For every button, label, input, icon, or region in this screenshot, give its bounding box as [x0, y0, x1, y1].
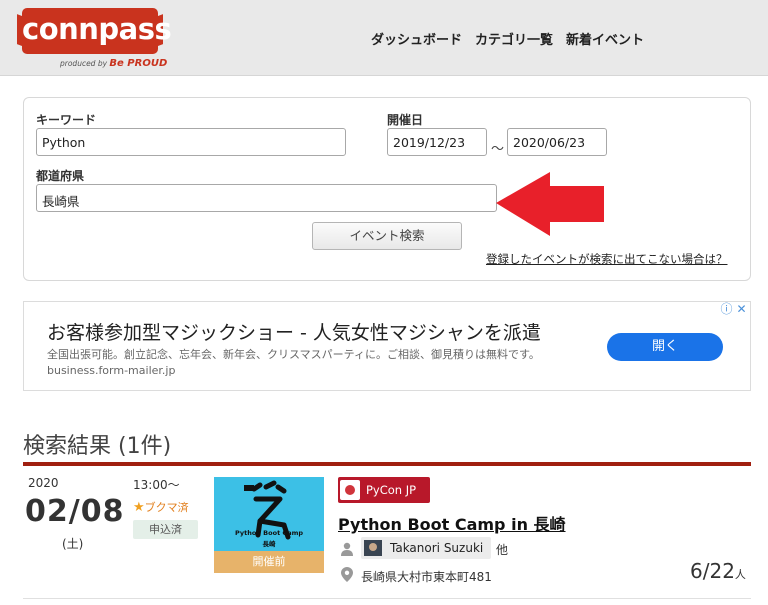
results-divider: [23, 462, 751, 466]
keyword-input[interactable]: Python: [36, 128, 346, 156]
ad-description: 全国出張可能。創立記念、忘年会、新年会、クリスマスパーティに。ご相談、御見積りは…: [47, 348, 540, 377]
advertisement[interactable]: ⓘ ✕ お客様参加型マジックショー - 人気女性マジシャンを派遣 全国出張可能。創…: [23, 301, 751, 391]
event-date: 02/08: [25, 494, 125, 529]
site-header: connpass produced by Be PROUD ダッシュボード カテ…: [0, 0, 768, 76]
info-icon[interactable]: ⓘ: [720, 303, 733, 316]
connpass-logo[interactable]: connpass produced by Be PROUD: [22, 8, 172, 69]
nav-categories[interactable]: カテゴリ一覧: [475, 29, 553, 48]
thumbnail-caption: Python Boot Camp: [234, 529, 304, 537]
search-help-link[interactable]: 登録したイベントが検索に出てこない場合は？: [486, 251, 728, 267]
star-icon: ★: [133, 500, 145, 515]
nav-new-events[interactable]: 新着イベント: [566, 29, 644, 48]
prefecture-input[interactable]: 長崎県: [36, 184, 497, 212]
event-weekday: (土): [62, 537, 84, 551]
group-logo-icon: [340, 480, 360, 500]
red-arrow-left-icon: [496, 172, 604, 236]
owner-avatar: [364, 540, 382, 556]
bookmark-status[interactable]: ★ブクマ済: [133, 499, 189, 515]
ad-title[interactable]: お客様参加型マジックショー - 人気女性マジシャンを派遣: [47, 318, 541, 345]
owner-chip[interactable]: Takanori Suzuki: [361, 537, 491, 559]
location-pin-icon: [341, 567, 353, 582]
owner-name: Takanori Suzuki: [390, 541, 484, 555]
date-separator: 〜: [491, 142, 505, 157]
date-label: 開催日: [387, 113, 424, 127]
owner-others: 他: [496, 543, 509, 557]
event-address: 長崎県大村市東本町481: [361, 570, 492, 584]
event-search-button[interactable]: イベント検索: [312, 222, 462, 250]
date-from-input[interactable]: 2019/12/23: [387, 128, 487, 156]
close-icon[interactable]: ✕: [735, 303, 748, 316]
group-name: PyCon JP: [366, 483, 417, 497]
keyword-label: キーワード: [36, 113, 97, 127]
logo-text: connpass: [22, 12, 172, 46]
nav-dashboard[interactable]: ダッシュボード: [371, 29, 462, 48]
ad-open-button[interactable]: 開く: [607, 333, 723, 361]
list-divider: [23, 598, 751, 599]
logo-subtitle: produced by Be PROUD: [60, 58, 168, 69]
status-badge: 申込済: [133, 520, 198, 539]
participant-count: 6/22人: [690, 559, 746, 583]
event-title-link[interactable]: Python Boot Camp in 長崎: [338, 511, 566, 535]
event-year: 2020: [28, 476, 59, 490]
thumbnail-caption-place: 長崎: [262, 540, 276, 548]
event-status-label: 開催前: [214, 551, 324, 573]
group-badge[interactable]: PyCon JP: [338, 477, 430, 503]
event-time: 13:00〜: [133, 478, 180, 492]
prefecture-label: 都道府県: [36, 169, 85, 183]
ad-controls: ⓘ ✕: [718, 302, 748, 316]
results-heading: 検索結果 (1件): [23, 434, 172, 459]
date-to-input[interactable]: 2020/06/23: [507, 128, 607, 156]
person-icon: [341, 542, 353, 556]
